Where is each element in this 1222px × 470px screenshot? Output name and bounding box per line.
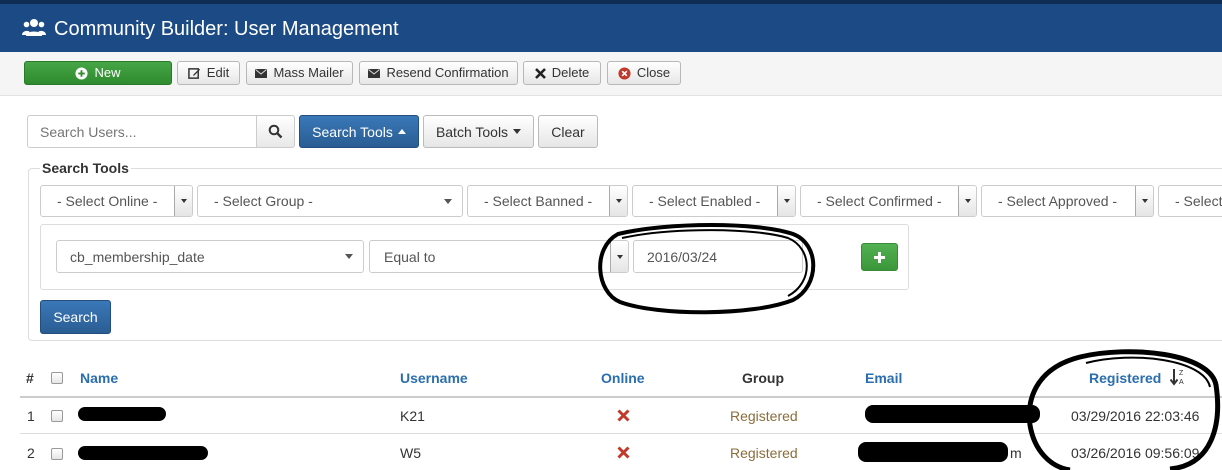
envelope-icon <box>368 68 381 78</box>
dropdown-arrow-icon <box>609 186 627 216</box>
redacted-email <box>858 442 1008 462</box>
col-number: # <box>26 370 34 386</box>
search-tools-label: Search Tools <box>312 123 393 140</box>
edit-icon <box>187 67 200 79</box>
page-title: Community Builder: User Management <box>54 18 399 40</box>
redacted-email <box>865 405 1040 423</box>
close-circle-icon <box>618 66 631 80</box>
close-label: Close <box>636 65 671 80</box>
col-email[interactable]: Email <box>865 369 902 387</box>
search-submit-label: Search <box>53 309 98 325</box>
close-icon <box>534 67 546 79</box>
select-group-label: - Select Group - <box>214 193 313 209</box>
select-confirmed[interactable]: - Select Confirmed - <box>800 185 977 217</box>
resend-confirmation-label: Resend Confirmation <box>386 65 509 80</box>
row-number: 2 <box>27 445 35 461</box>
dropdown-arrow-icon <box>444 199 452 204</box>
redacted-name <box>78 407 166 421</box>
close-button[interactable]: Close <box>607 61 681 85</box>
page-header: Community Builder: User Management <box>0 4 1222 52</box>
delete-button[interactable]: Delete <box>523 61 601 85</box>
row-username: K21 <box>400 408 425 424</box>
select-all-checkbox[interactable] <box>51 372 63 384</box>
select-field[interactable]: cb_membership_date <box>56 240 364 273</box>
select-online[interactable]: - Select Online - <box>40 185 193 217</box>
select-approved-label: - Select Approved - <box>998 193 1118 209</box>
add-filter-button[interactable] <box>861 243 898 271</box>
search-button[interactable] <box>256 115 295 148</box>
toolbar: New Edit Mass Mailer Resend Confirmation… <box>0 52 1222 96</box>
dropdown-arrow-icon <box>174 186 192 216</box>
select-group[interactable]: - Select Group - <box>197 185 463 217</box>
dropdown-arrow-icon <box>777 186 795 216</box>
select-approved[interactable]: - Select Approved - <box>981 185 1154 217</box>
row-number: 1 <box>27 408 35 424</box>
select-confirmed-label: - Select Confirmed - <box>817 193 942 209</box>
select-more-label: - Select <box>1175 193 1222 209</box>
clear-button[interactable]: Clear <box>538 115 598 148</box>
select-field-label: cb_membership_date <box>70 248 205 265</box>
col-group: Group <box>742 370 784 386</box>
search-icon <box>268 124 283 139</box>
offline-x-icon <box>617 446 630 459</box>
batch-tools-button[interactable]: Batch Tools <box>423 115 534 148</box>
delete-label: Delete <box>551 65 590 80</box>
col-username[interactable]: Username <box>400 369 468 387</box>
offline-x-icon <box>617 409 630 422</box>
search-tools-button[interactable]: Search Tools <box>299 115 419 148</box>
batch-tools-label: Batch Tools <box>435 123 509 140</box>
row-username: W5 <box>400 445 421 461</box>
col-name[interactable]: Name <box>80 369 118 387</box>
search-input[interactable] <box>27 115 257 148</box>
annotation-ellipse <box>598 223 816 315</box>
clear-label: Clear <box>551 123 585 140</box>
annotation-ellipse <box>1026 349 1221 470</box>
caret-up-icon <box>397 129 406 134</box>
row-group: Registered <box>730 408 798 424</box>
new-button[interactable]: New <box>24 61 172 85</box>
select-enabled-label: - Select Enabled - <box>649 193 761 209</box>
edit-button[interactable]: Edit <box>177 61 240 85</box>
col-online[interactable]: Online <box>601 369 645 387</box>
dropdown-arrow-icon <box>1135 186 1153 216</box>
row-checkbox[interactable] <box>51 410 63 422</box>
edit-label: Edit <box>206 65 230 80</box>
search-submit-button[interactable]: Search <box>40 300 111 334</box>
select-online-label: - Select Online - <box>57 193 158 209</box>
mass-mailer-label: Mass Mailer <box>273 65 344 80</box>
select-banned-label: - Select Banned - <box>484 193 593 209</box>
users-icon <box>22 19 46 36</box>
resend-confirmation-button[interactable]: Resend Confirmation <box>359 61 518 85</box>
mass-mailer-button[interactable]: Mass Mailer <box>246 61 353 85</box>
dropdown-arrow-icon <box>345 254 353 259</box>
new-label: New <box>94 65 121 80</box>
envelope-icon <box>255 68 268 78</box>
row-group: Registered <box>730 445 798 461</box>
plus-circle-icon <box>75 66 89 80</box>
select-operator-label: Equal to <box>384 248 436 265</box>
caret-down-icon <box>513 129 522 134</box>
select-banned[interactable]: - Select Banned - <box>467 185 628 217</box>
row-checkbox[interactable] <box>51 448 63 460</box>
search-tools-legend: Search Tools <box>40 160 131 176</box>
select-enabled[interactable]: - Select Enabled - <box>632 185 796 217</box>
plus-icon <box>874 251 885 263</box>
dropdown-arrow-icon <box>958 186 976 216</box>
select-more[interactable]: - Select <box>1158 185 1222 217</box>
redacted-name <box>78 446 208 460</box>
